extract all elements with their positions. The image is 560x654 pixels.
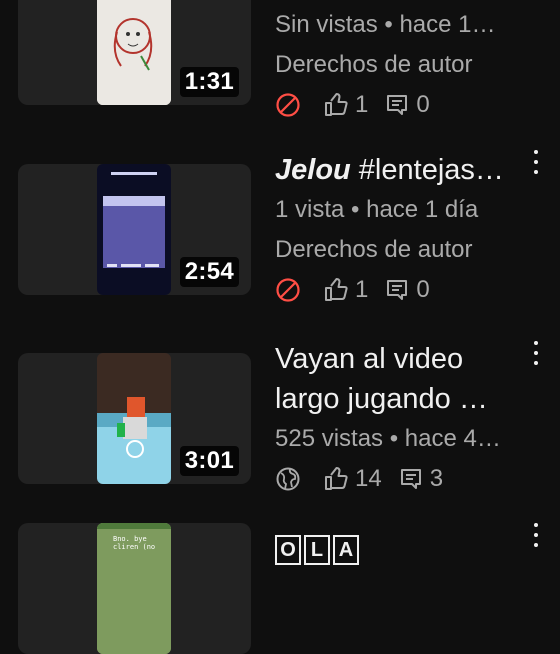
video-title[interactable]: Jelou #lentejas… bbox=[275, 150, 525, 190]
views-and-age: 525 vistas • hace 4… bbox=[275, 425, 501, 452]
comments-count: 3 bbox=[398, 465, 443, 493]
globe-icon bbox=[276, 467, 300, 491]
thumbs-up-icon bbox=[325, 278, 348, 301]
video-stats: 1 0 bbox=[275, 85, 525, 125]
video-thumbnail[interactable]: 3:01 bbox=[18, 353, 251, 484]
blocked-icon bbox=[276, 278, 300, 302]
video-duration: 3:01 bbox=[179, 446, 239, 476]
likes-count: 1 bbox=[323, 91, 368, 119]
video-duration: 1:31 bbox=[179, 67, 239, 97]
copyright-notice: Derechos de autor bbox=[275, 236, 473, 263]
thumbnail-image bbox=[97, 353, 171, 484]
video-title[interactable]: Vayan al video largo jugando … bbox=[275, 339, 515, 419]
comments-count: 0 bbox=[384, 276, 430, 304]
video-stats: 1 0 bbox=[275, 270, 525, 310]
video-duration: 2:54 bbox=[179, 257, 239, 287]
title-letter: L bbox=[304, 535, 330, 565]
views-and-age: 1 vista • hace 1 día bbox=[275, 196, 479, 223]
thumbnail-image bbox=[97, 0, 171, 105]
video-thumbnail[interactable]: Bno. bye cliren (no bbox=[18, 523, 251, 654]
views-and-age: Sin vistas • hace 1… bbox=[275, 11, 496, 38]
copyright-notice: Derechos de autor bbox=[275, 51, 473, 78]
video-stats: 14 3 bbox=[275, 459, 525, 499]
thumbnail-caption: Bno. bye cliren (no bbox=[113, 535, 156, 551]
visibility-status bbox=[275, 92, 307, 118]
more-options-button[interactable] bbox=[532, 523, 540, 547]
likes-count: 14 bbox=[323, 465, 382, 493]
thumbnail-image bbox=[97, 164, 171, 295]
likes-count: 1 bbox=[323, 276, 368, 304]
title-letter: O bbox=[275, 535, 301, 565]
comment-icon bbox=[387, 280, 408, 300]
thumbs-up-icon bbox=[325, 467, 348, 490]
visibility-status bbox=[275, 466, 307, 492]
visibility-status bbox=[275, 277, 307, 303]
video-title[interactable]: OLA bbox=[275, 535, 525, 565]
comment-icon bbox=[387, 95, 408, 115]
video-thumbnail[interactable]: 1:31 bbox=[18, 0, 251, 105]
video-thumbnail[interactable]: 2:54 bbox=[18, 164, 251, 295]
more-options-button[interactable] bbox=[532, 341, 540, 365]
comment-icon bbox=[400, 469, 421, 489]
thumbs-up-icon bbox=[325, 93, 348, 116]
title-letter: A bbox=[333, 535, 359, 565]
more-options-button[interactable] bbox=[532, 150, 540, 174]
blocked-icon bbox=[276, 93, 300, 117]
thumbnail-image: Bno. bye cliren (no bbox=[97, 523, 171, 654]
comments-count: 0 bbox=[384, 91, 430, 119]
